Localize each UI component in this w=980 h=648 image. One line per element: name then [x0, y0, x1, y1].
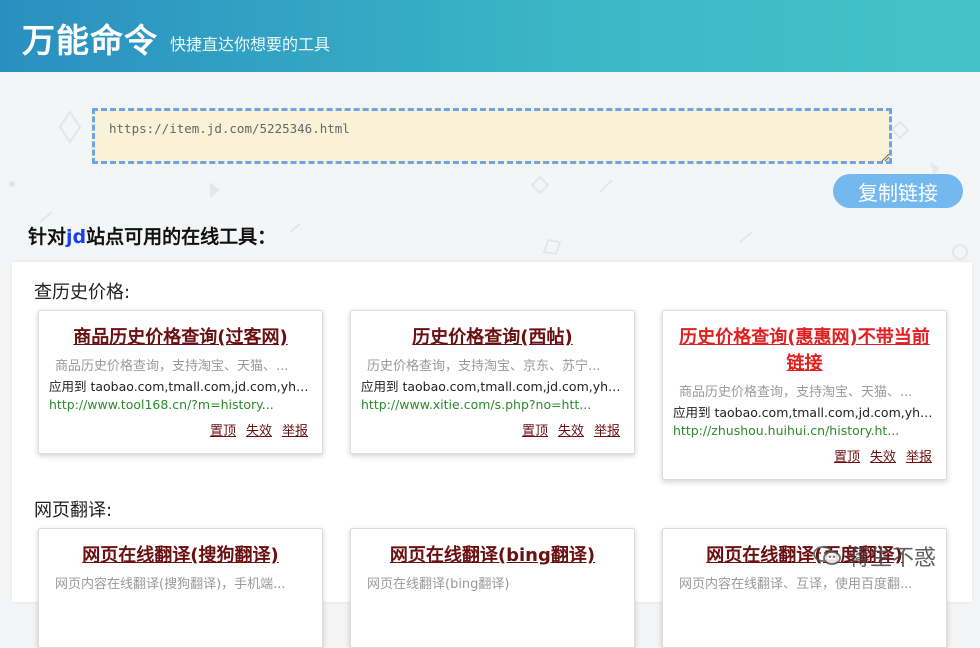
tool-card-description: 商品历史价格查询，支持淘宝、天猫、... — [55, 359, 289, 374]
tool-card: 网页在线翻译(搜狗翻译) 网页内容在线翻译(搜狗翻译)，手机端... — [38, 528, 323, 648]
tool-card-actions: 置顶 失效 举报 — [351, 420, 620, 439]
app-subtitle: 快捷直达你想要的工具 — [170, 35, 331, 54]
tool-card-applies-to: 应用到 taobao.com,tmall.com,jd.com,yhd.co..… — [361, 379, 622, 394]
report-link[interactable]: 举报 — [906, 450, 932, 465]
app-header: 万能命令 快捷直达你想要的工具 — [0, 0, 980, 72]
tool-card-title[interactable]: 网页在线翻译(bing翻译) — [363, 543, 622, 569]
url-input[interactable] — [92, 108, 892, 164]
tool-card-description: 历史价格查询，支持淘宝、京东、苏宁... — [367, 359, 601, 374]
resize-handle-icon[interactable] — [880, 152, 890, 162]
mark-invalid-link[interactable]: 失效 — [870, 450, 896, 465]
pin-top-link[interactable]: 置顶 — [522, 424, 548, 439]
copy-link-button[interactable]: 复制链接 — [833, 174, 963, 208]
tool-card-applies-to: 应用到 taobao.com,tmall.com,jd.com,yhd.co..… — [49, 379, 310, 394]
app-title: 万能命令 — [22, 21, 158, 60]
tool-card: 网页在线翻译(bing翻译) 网页在线翻译(bing翻译) — [350, 528, 635, 648]
report-link[interactable]: 举报 — [282, 424, 308, 439]
tool-card-actions: 置顶 失效 举报 — [663, 446, 932, 465]
section-heading-prefix: 针对 — [28, 226, 67, 248]
tool-card-applies-to: 应用到 taobao.com,tmall.com,jd.com,yhd.co..… — [673, 405, 934, 420]
section-heading: 针对jd站点可用的在线工具： — [28, 222, 276, 249]
tool-card-url: http://zhushou.huihui.cn/history.ht... — [673, 423, 900, 438]
wechat-icon — [813, 546, 841, 565]
tool-card-description: 网页在线翻译(bing翻译) — [367, 577, 510, 592]
tool-card-actions: 置顶 失效 举报 — [39, 420, 308, 439]
tool-card-title[interactable]: 商品历史价格查询(过客网) — [51, 325, 310, 351]
tool-card: 历史价格查询(惠惠网)不带当前链接 商品历史价格查询，支持淘宝、天猫、... 应… — [662, 310, 947, 480]
report-link[interactable]: 举报 — [594, 424, 620, 439]
tool-card-description: 网页内容在线翻译、互译，使用百度翻... — [679, 577, 913, 592]
tool-card-description: 商品历史价格查询，支持淘宝、天猫、... — [679, 385, 913, 400]
category-title-web-translate: 网页翻译: — [34, 500, 113, 521]
tool-card-description: 网页内容在线翻译(搜狗翻译)，手机端... — [55, 577, 286, 592]
pin-top-link[interactable]: 置顶 — [834, 450, 860, 465]
tool-card: 历史价格查询(西帖) 历史价格查询，支持淘宝、京东、苏宁... 应用到 taob… — [350, 310, 635, 454]
tool-card-url: http://www.tool168.cn/?m=history... — [49, 397, 274, 412]
site-name: jd — [66, 226, 87, 248]
section-heading-suffix: 站点可用的在线工具： — [86, 226, 277, 248]
pin-top-link[interactable]: 置顶 — [210, 424, 236, 439]
tool-card-title[interactable]: 网页在线翻译(搜狗翻译) — [51, 543, 310, 569]
tool-card-title[interactable]: 历史价格查询(西帖) — [363, 325, 622, 351]
mark-invalid-link[interactable]: 失效 — [558, 424, 584, 439]
tool-card-url: http://www.xitie.com/s.php?no=htt... — [361, 397, 592, 412]
watermark-text: 蒋生不惑 — [848, 546, 937, 571]
tool-card: 商品历史价格查询(过客网) 商品历史价格查询，支持淘宝、天猫、... 应用到 t… — [38, 310, 323, 454]
mark-invalid-link[interactable]: 失效 — [246, 424, 272, 439]
watermark: 蒋生不惑 — [812, 540, 936, 572]
tool-card-title[interactable]: 历史价格查询(惠惠网)不带当前链接 — [675, 325, 934, 377]
category-title-price-history: 查历史价格: — [34, 282, 131, 303]
